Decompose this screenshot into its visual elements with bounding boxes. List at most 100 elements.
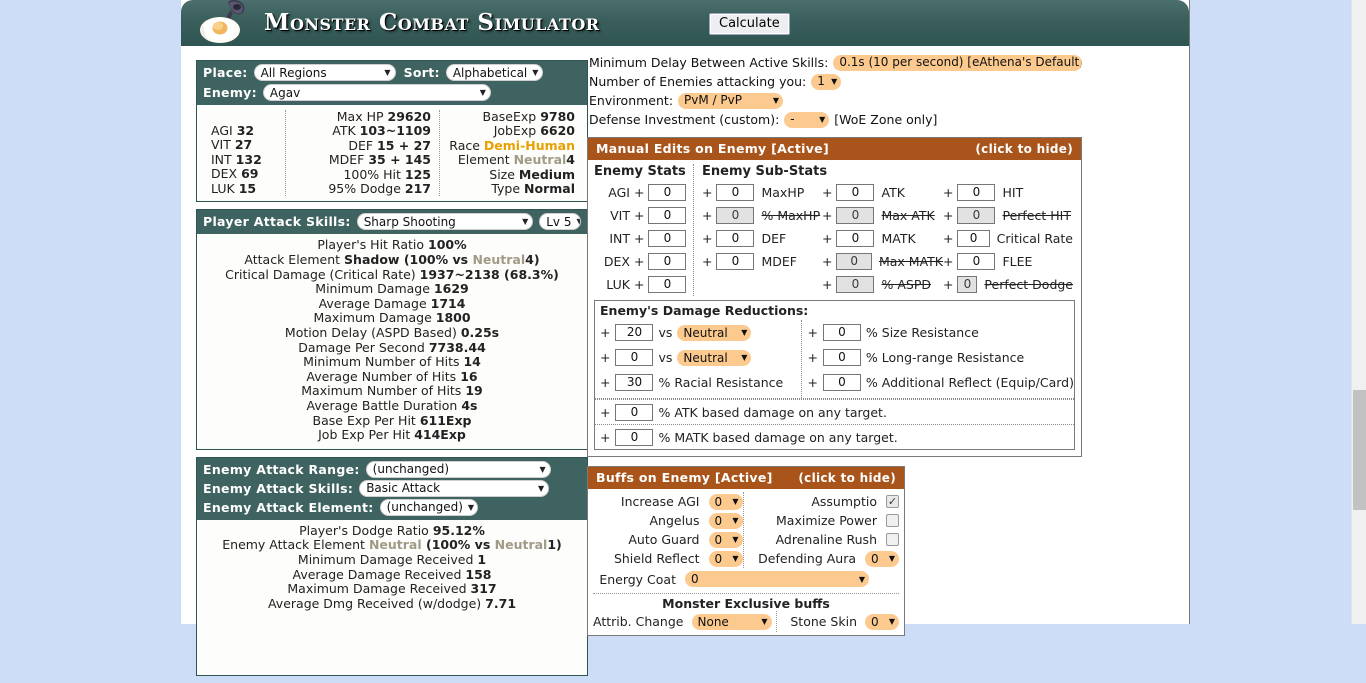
stat-row: INT 132 bbox=[211, 152, 277, 167]
manual-edits-toggle[interactable]: (click to hide) bbox=[975, 142, 1073, 156]
stat-label: Type bbox=[491, 181, 521, 197]
result-value: Shadow (100% vs bbox=[344, 252, 473, 268]
adrenaline-rush-checkbox[interactable] bbox=[886, 533, 899, 546]
page-scrollbar-thumb[interactable] bbox=[1353, 390, 1366, 510]
element-resist-1-input[interactable]: 20 bbox=[615, 324, 654, 341]
luk-input[interactable]: 0 bbox=[648, 276, 687, 293]
stat-row: DEX 69 bbox=[211, 167, 277, 181]
enemy-attack-skills-select[interactable]: Basic Attack ▼ bbox=[359, 479, 550, 497]
int-input[interactable]: 0 bbox=[648, 230, 687, 247]
player-skills-label: Player Attack Skills: bbox=[203, 214, 351, 230]
stat-row: MDEF 35 + 145 bbox=[294, 153, 431, 167]
atk-input[interactable]: 0 bbox=[836, 184, 875, 201]
hit-input[interactable]: 0 bbox=[957, 184, 996, 201]
perfect-dodge-input: 0 bbox=[957, 276, 978, 293]
stat-row: 100% Hit 125 bbox=[294, 166, 431, 182]
defending-aura-select[interactable]: 0 ▼ bbox=[865, 550, 899, 567]
page-scrollbar-track[interactable] bbox=[1351, 0, 1366, 624]
result-label: Enemy Attack Element bbox=[222, 537, 365, 553]
enemy-count-row: Number of Enemies attacking you: 1 ▼ bbox=[589, 72, 1082, 91]
buff-row: Maximize Power bbox=[750, 511, 899, 530]
shield-reflect-select[interactable]: 0 ▼ bbox=[708, 550, 743, 567]
element-resist-1-select[interactable]: Neutral ▼ bbox=[677, 324, 752, 341]
result-row: Job Exp Per Hit 414Exp bbox=[197, 427, 587, 443]
min-delay-label: Minimum Delay Between Active Skills: bbox=[589, 55, 829, 70]
sort-select[interactable]: Alphabetical ▼ bbox=[445, 64, 543, 81]
def-input[interactable]: 0 bbox=[716, 230, 755, 247]
increase-agi-select[interactable]: 0 ▼ bbox=[708, 493, 743, 510]
stat-row: Element Neutral4 bbox=[448, 153, 575, 167]
min-delay-select[interactable]: 0.1s (10 per second) [eAthena's Default]… bbox=[833, 54, 1082, 71]
result-label: Base Exp Per Hit bbox=[312, 412, 416, 428]
buff-label: Angelus bbox=[649, 513, 700, 528]
matk-based-reduction-input[interactable]: 0 bbox=[615, 428, 654, 446]
result-label: Average Damage Received bbox=[292, 566, 462, 582]
stone-skin-select[interactable]: 0 ▼ bbox=[865, 613, 899, 630]
enemy-stat-edit-row: INT + 0 bbox=[594, 227, 687, 250]
manual-edits-body: Enemy Stats AGI + 0 VIT + 0 INT + 0 DEX … bbox=[588, 160, 1081, 456]
buff-columns: Increase AGI 0 ▼ Angelus 0 ▼ Auto Guard 0 ▼ Sh… bbox=[593, 492, 899, 568]
element-resist-2-select[interactable]: Neutral ▼ bbox=[677, 349, 752, 366]
global-settings: Minimum Delay Between Active Skills: 0.1… bbox=[587, 53, 1082, 129]
attrib-change-select[interactable]: None ▼ bbox=[691, 613, 772, 630]
player-skill-select[interactable]: Sharp Shooting ▼ bbox=[356, 213, 534, 231]
player-skill-level-select[interactable]: Lv 5 ▼ bbox=[539, 213, 581, 231]
element-resist-2-input[interactable]: 0 bbox=[615, 349, 654, 366]
chevron-down-icon: ▼ bbox=[532, 68, 539, 77]
buffs-toggle[interactable]: (click to hide) bbox=[798, 471, 896, 485]
enemy-count-select[interactable]: 1 ▼ bbox=[811, 73, 842, 90]
stat-label: BaseExp bbox=[482, 109, 537, 124]
defense-investment-select[interactable]: - ▼ bbox=[784, 111, 830, 128]
enemy-select[interactable]: Agav ▼ bbox=[262, 84, 491, 101]
stat-value-race: Demi-Human bbox=[483, 137, 575, 153]
maximize-power-checkbox[interactable] bbox=[886, 514, 899, 527]
defense-investment-row: Defense Investment (custom): - ▼ [WoE Zo… bbox=[589, 110, 1082, 129]
additional-reflect-input[interactable]: 0 bbox=[822, 374, 861, 391]
size-resistance-input[interactable]: 0 bbox=[822, 324, 861, 341]
longrange-resistance-label: % Long-range Resistance bbox=[865, 350, 1025, 365]
result-value: 100% bbox=[428, 237, 467, 253]
reductions-right-col: + 0 % Size Resistance + 0 % Long-range R… bbox=[802, 320, 1074, 398]
energy-coat-select[interactable]: 0 ▼ bbox=[685, 571, 869, 587]
result-value: 4s bbox=[461, 397, 478, 413]
stat-label: 100% Hit bbox=[343, 166, 401, 182]
buffs-header[interactable]: Buffs on Enemy [Active] (click to hide) bbox=[588, 467, 904, 489]
substat-label: Perfect Dodge bbox=[984, 277, 1073, 292]
result-value: 1 bbox=[477, 551, 487, 567]
enemy-attack-element-select[interactable]: (unchanged) ▼ bbox=[379, 498, 478, 516]
atk-based-reduction-input[interactable]: 0 bbox=[615, 403, 654, 421]
longrange-resistance-input[interactable]: 0 bbox=[822, 349, 861, 366]
stat-name: DEX bbox=[603, 254, 630, 269]
substat-row: +0 FLEE bbox=[943, 250, 1073, 273]
flee-input[interactable]: 0 bbox=[957, 253, 996, 270]
matk-input[interactable]: 0 bbox=[836, 230, 875, 247]
maxhp-input[interactable]: 0 bbox=[716, 184, 755, 201]
substat-label: MATK bbox=[881, 231, 916, 246]
dex-input[interactable]: 0 bbox=[648, 253, 687, 270]
environment-select[interactable]: PvM / PvP ▼ bbox=[678, 92, 784, 109]
place-select[interactable]: All Regions ▼ bbox=[253, 64, 396, 81]
racial-resistance-input[interactable]: 30 bbox=[615, 374, 654, 391]
player-skill-result-list: Player's Hit Ratio 100% Attack Element S… bbox=[197, 237, 587, 444]
result-label: Minimum Damage Received bbox=[297, 551, 474, 567]
stat-value: 29620 bbox=[387, 109, 432, 124]
defense-investment-value: - bbox=[790, 112, 795, 126]
vit-input[interactable]: 0 bbox=[648, 207, 687, 224]
calculate-button[interactable]: Calculate bbox=[709, 13, 790, 35]
agi-input[interactable]: 0 bbox=[648, 184, 687, 201]
mdef-input[interactable]: 0 bbox=[716, 253, 755, 270]
angelus-select[interactable]: 0 ▼ bbox=[708, 512, 743, 529]
enemy-attack-range-select[interactable]: (unchanged) ▼ bbox=[365, 460, 551, 478]
result-value: 611Exp bbox=[419, 412, 472, 428]
left-column: Place: All Regions ▼ Sort: Alphabetical … bbox=[196, 60, 588, 683]
enemy-stat-edit-row: DEX + 0 bbox=[594, 250, 687, 273]
critical-rate-input[interactable]: 0 bbox=[957, 230, 990, 247]
matk-based-reduction-label: % MATK based damage on any target. bbox=[658, 429, 898, 445]
enemy-stats-header: Enemy Stats bbox=[594, 164, 686, 179]
buff-label: Maximize Power bbox=[776, 513, 877, 528]
substat-row: +0 MATK bbox=[822, 227, 943, 250]
manual-edits-header[interactable]: Manual Edits on Enemy [Active] (click to… bbox=[588, 138, 1081, 160]
result-label: Maximum Damage bbox=[313, 310, 432, 326]
assumptio-checkbox[interactable]: ✓ bbox=[886, 495, 899, 508]
auto-guard-select[interactable]: 0 ▼ bbox=[708, 531, 743, 548]
